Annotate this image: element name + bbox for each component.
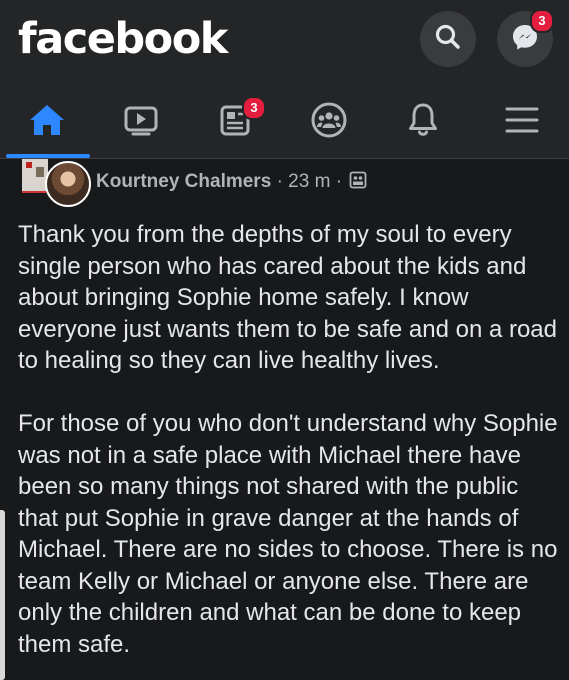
meta-separator: · [276,171,283,192]
hamburger-icon [502,102,542,143]
news-badge: 3 [242,96,266,120]
tab-groups[interactable] [282,86,376,158]
avatar[interactable] [45,161,91,207]
tab-home[interactable] [0,86,94,158]
post: Kourtney Chalmers · 23 m · Thank you fro… [0,159,569,680]
messenger-badge: 3 [530,9,554,33]
meta-separator-2: · [335,171,343,192]
post-body: Thank you from the depths of my soul to … [18,219,558,680]
top-bar: facebook 3 [0,0,569,86]
tab-menu[interactable] [475,86,569,158]
post-meta: Kourtney Chalmers · 23 m · [96,171,367,195]
tab-watch[interactable] [94,86,188,158]
search-button[interactable] [420,11,476,67]
post-paragraph: For those of you who don't understand wh… [18,410,558,658]
tab-bar: 3 [0,86,569,159]
home-icon [27,102,67,143]
shared-post-thumbnail[interactable] [22,159,48,193]
post-paragraph: Thank you from the depths of my soul to … [18,221,558,374]
tab-news[interactable]: 3 [188,86,282,158]
bell-icon [403,100,443,145]
post-time[interactable]: 23 m [288,171,330,192]
facebook-logo[interactable]: facebook [18,14,228,64]
privacy-icon[interactable] [349,171,367,195]
author-name[interactable]: Kourtney Chalmers [96,171,271,192]
groups-icon [309,100,349,145]
tab-notifications[interactable] [376,86,470,158]
scroll-handle[interactable] [0,510,5,680]
search-icon [434,23,462,56]
messenger-button[interactable]: 3 [497,9,554,67]
active-tab-indicator [6,154,90,158]
video-icon [121,102,161,143]
